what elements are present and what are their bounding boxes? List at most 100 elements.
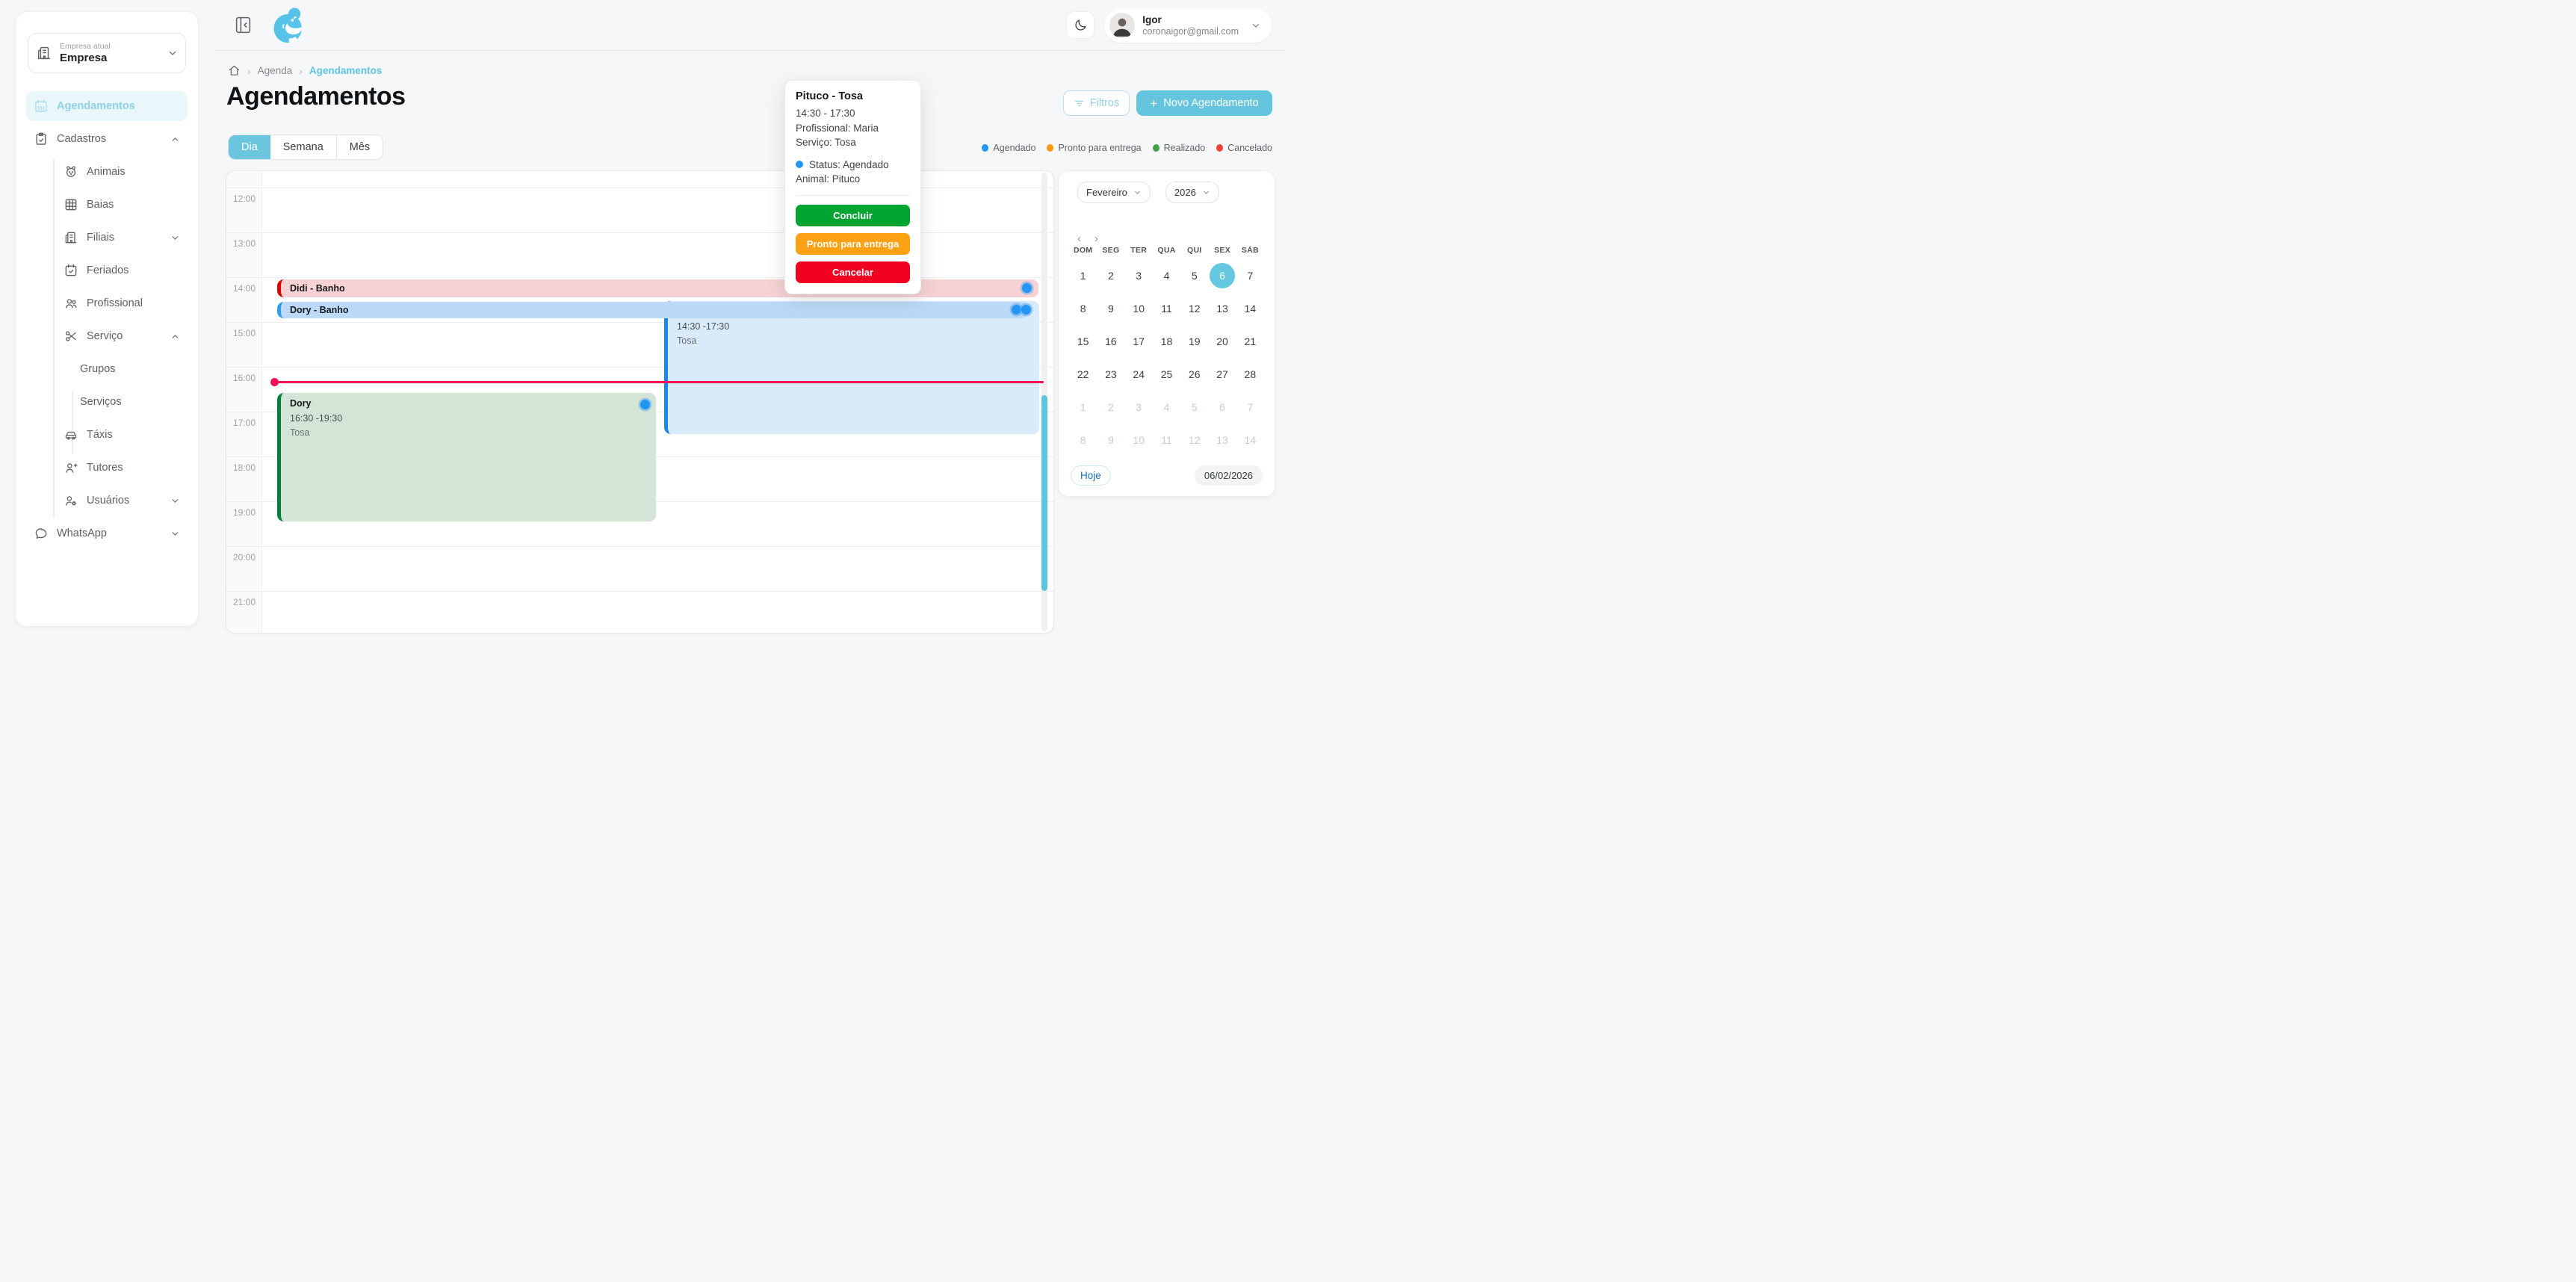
tab-dia[interactable]: Dia [229,135,270,159]
cancelar-button[interactable]: Cancelar [796,261,910,283]
current-time-indicator [273,381,1044,383]
mini-calendar-day[interactable]: 14 [1236,292,1264,325]
view-tabs: Dia Semana Mês [228,134,383,160]
collapse-sidebar-button[interactable] [234,15,253,35]
mini-calendar-day[interactable]: 12 [1180,292,1208,325]
mini-calendar-day[interactable]: 9 [1097,424,1124,456]
sidebar-item-servico[interactable]: Serviço [56,321,188,351]
mini-calendar-day[interactable]: 17 [1125,325,1153,358]
calendar-scrollbar[interactable] [1041,173,1047,631]
mini-calendar-day[interactable]: 7 [1236,259,1264,292]
sidebar-item-cadastros[interactable]: Cadastros [26,124,188,154]
event-didi-banho[interactable]: Didi - Banho [277,279,1038,297]
status-dot-icon[interactable] [1022,283,1032,293]
sidebar-item-tutores[interactable]: Tutores [56,453,188,483]
year-select[interactable]: 2026 [1165,182,1219,203]
hour-line [226,546,1053,547]
mini-calendar-day[interactable]: 15 [1069,325,1097,358]
company-selector[interactable]: Empresa atual Empresa [28,33,186,73]
sidebar-item-animais[interactable]: Animais [56,157,188,187]
mini-calendar-day[interactable]: 5 [1180,391,1208,424]
breadcrumb-agendamentos[interactable]: Agendamentos [309,65,383,76]
mini-calendar-day[interactable]: 12 [1180,424,1208,456]
next-month-button[interactable]: › [1095,232,1098,245]
mini-calendar-day[interactable]: 7 [1236,391,1264,424]
event-dory-tosa[interactable]: Dory 16:30 -19:30 Tosa [277,393,656,521]
sidebar-item-label: Cadastros [57,133,106,145]
blue-dot-icon [796,161,803,168]
mini-calendar-day[interactable]: 14 [1236,424,1264,456]
mini-calendar-day[interactable]: 20 [1208,325,1236,358]
red-dot-icon [1216,144,1223,152]
mini-calendar-day[interactable]: 6 [1208,391,1236,424]
company-label: Empresa atual [60,42,160,51]
mini-calendar-day[interactable]: 13 [1208,292,1236,325]
sidebar-item-baias[interactable]: Baias [56,190,188,220]
filters-button[interactable]: Filtros [1063,90,1130,116]
mini-calendar-day[interactable]: 2 [1097,259,1124,292]
hour-line [226,232,1053,233]
mini-calendar-day[interactable]: 3 [1125,259,1153,292]
mini-calendar-day[interactable]: 5 [1180,259,1208,292]
mini-calendar-day[interactable]: 21 [1236,325,1264,358]
prev-month-button[interactable]: ‹ [1077,232,1081,245]
event-dory-banho[interactable]: Dory - Banho [277,302,1028,318]
sidebar-item-profissional[interactable]: Profissional [56,288,188,318]
breadcrumb-agenda[interactable]: Agenda [258,65,293,76]
event-pituco-tosa[interactable]: Pituco 14:30 -17:30 Tosa [664,301,1039,434]
clipboard-icon [34,131,49,146]
selected-date-chip: 06/02/2026 [1195,465,1263,486]
mini-calendar-day[interactable]: 11 [1153,424,1180,456]
tab-mes[interactable]: Mês [336,135,383,159]
mini-calendar-day[interactable]: 22 [1069,358,1097,391]
concluir-button[interactable]: Concluir [796,205,910,226]
popup-professional: Profissional: Maria [796,121,910,136]
scrollbar-thumb[interactable] [1041,395,1047,591]
chevron-down-icon [1251,20,1261,31]
status-dot-icon[interactable] [1012,305,1021,315]
mini-calendar-day[interactable]: 2 [1097,391,1124,424]
mini-calendar-day[interactable]: 24 [1125,358,1153,391]
mini-calendar-day[interactable]: 10 [1125,292,1153,325]
new-appointment-button[interactable]: + Novo Agendamento [1136,90,1272,116]
mini-calendar-day[interactable]: 1 [1069,259,1097,292]
dark-mode-toggle[interactable] [1066,11,1095,39]
tab-semana[interactable]: Semana [270,135,336,159]
status-dot-icon[interactable] [1021,305,1031,315]
hour-label: 16:00 [226,373,262,383]
mini-calendar-day[interactable]: 9 [1097,292,1124,325]
mini-calendar-day[interactable]: 8 [1069,292,1097,325]
mini-calendar-day[interactable]: 4 [1153,259,1180,292]
user-menu[interactable]: Igor coronaigor@gmail.com [1104,8,1272,43]
sidebar-item-servicos[interactable]: Serviços [72,387,188,417]
today-button[interactable]: Hoje [1071,465,1111,486]
month-select[interactable]: Fevereiro [1077,182,1151,203]
sidebar-item-filiais[interactable]: Filiais [56,223,188,253]
status-dot-icon[interactable] [640,400,650,409]
mini-calendar-day[interactable]: 13 [1208,424,1236,456]
mini-calendar-day[interactable]: 19 [1180,325,1208,358]
sidebar-item-grupos[interactable]: Grupos [72,354,188,384]
mini-calendar-day[interactable]: 4 [1153,391,1180,424]
mini-calendar-day[interactable]: 18 [1153,325,1180,358]
sidebar-item-feriados[interactable]: Feriados [56,256,188,285]
mini-calendar-day[interactable]: 3 [1125,391,1153,424]
mini-calendar-day[interactable]: 10 [1125,424,1153,456]
mini-calendar-day[interactable]: 16 [1097,325,1124,358]
mini-calendar-day[interactable]: 27 [1208,358,1236,391]
mini-calendar-day[interactable]: 1 [1069,391,1097,424]
mini-calendar-day[interactable]: 8 [1069,424,1097,456]
mini-calendar-day-selected[interactable]: 6 [1208,259,1236,292]
sidebar-item-taxis[interactable]: Táxis [56,420,188,450]
sidebar-item-agendamentos[interactable]: Agendamentos [26,91,188,121]
mini-calendar-day[interactable]: 26 [1180,358,1208,391]
pronto-para-entrega-button[interactable]: Pronto para entrega [796,233,910,255]
sidebar-item-whatsapp[interactable]: WhatsApp [26,518,188,548]
hour-label: 18:00 [226,462,262,473]
sidebar-item-usuarios[interactable]: Usuários [56,486,188,515]
mini-calendar-day[interactable]: 11 [1153,292,1180,325]
mini-calendar-day[interactable]: 28 [1236,358,1264,391]
home-icon[interactable] [228,64,241,77]
mini-calendar-day[interactable]: 25 [1153,358,1180,391]
mini-calendar-day[interactable]: 23 [1097,358,1124,391]
